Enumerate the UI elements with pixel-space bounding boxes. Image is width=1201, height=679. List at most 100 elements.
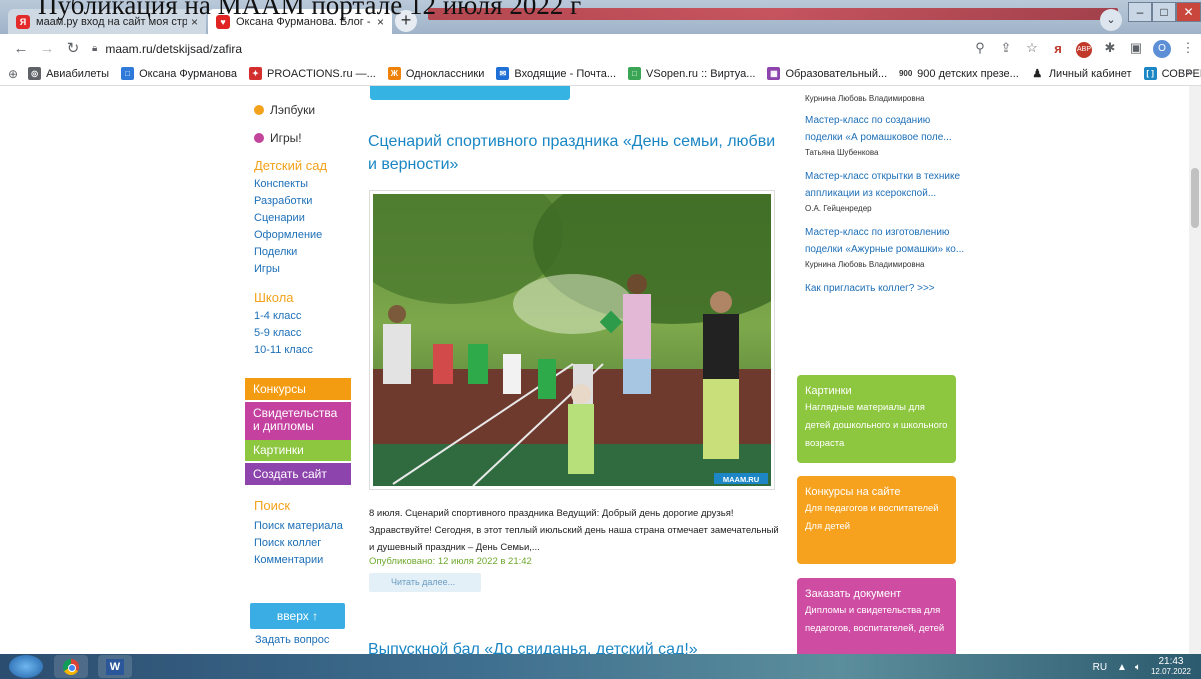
new-tab-button[interactable]: + — [395, 10, 417, 32]
apps-icon[interactable]: ⊕ — [8, 67, 18, 81]
toolbar-actions: ⚲ ⇪ ☆ я ABP ✱ ▣ O ⋮ — [967, 34, 1201, 62]
address-bar[interactable]: 🔒︎ maam.ru/detskijsad/zafira — [92, 38, 932, 59]
dot-icon — [254, 105, 264, 115]
scroll-up-button[interactable]: вверх ↑ — [250, 603, 345, 629]
section-title-school[interactable]: Школа — [254, 290, 364, 308]
material-link[interactable]: Мастер-класс по созданию поделки «А рома… — [805, 112, 965, 146]
word-taskbar-icon[interactable]: W — [98, 655, 132, 678]
sidebar-link[interactable]: Поиск коллег — [254, 535, 364, 552]
browser-tab-active[interactable]: ♥ Оксана Фурманова. Блог - Стра × — [208, 9, 392, 34]
sidebar-link[interactable]: Игры — [254, 261, 364, 278]
forward-icon[interactable]: → — [34, 40, 60, 57]
tab-close-icon[interactable]: × — [377, 15, 384, 29]
sidebar-link[interactable]: 1-4 класс — [254, 308, 364, 325]
add-post-button[interactable] — [370, 86, 570, 100]
ok-icon: Ж — [387, 67, 401, 80]
900-icon: 900 — [898, 67, 913, 80]
author-name: О.А. Гейценредер — [805, 204, 872, 213]
ask-question-link[interactable]: Задать вопрос — [255, 632, 329, 649]
sidebar-link[interactable]: Конспекты — [254, 176, 364, 193]
side-panel-icon[interactable]: ▣ — [1123, 40, 1149, 56]
maam-icon: ♥ — [216, 14, 230, 29]
adblock-icon[interactable]: ABP — [1071, 39, 1097, 58]
zoom-icon[interactable]: ⚲ — [967, 40, 993, 56]
browser-toolbar: ← → ↻ 🔒︎ maam.ru/detskijsad/zafira ⚲ ⇪ ☆… — [0, 34, 1201, 62]
post-title[interactable]: Выпускной бал «До свиданья, детский сад!… — [368, 638, 778, 654]
tab-title: Оксана Фурманова. Блог - Стра — [236, 15, 373, 28]
chrome-taskbar-icon[interactable] — [54, 655, 88, 678]
volume-icon[interactable]: 🔈︎ — [1135, 662, 1141, 673]
author-name: Татьяна Шубенкова — [805, 148, 879, 157]
certificates-button[interactable]: Свидетельства и дипломы — [245, 402, 351, 440]
window-title-decoration — [428, 8, 1118, 20]
material-link[interactable]: Мастер-класс открытки в технике аппликац… — [805, 168, 965, 202]
clock[interactable]: 21:43 12.07.2022 — [1151, 657, 1191, 677]
contests-promo-box[interactable]: Конкурсы на сайте Для педагогов и воспит… — [797, 476, 956, 564]
invite-colleagues-link[interactable]: Как пригласить коллег? >>> — [805, 280, 965, 297]
sidebar-link[interactable]: 5-9 класс — [254, 325, 364, 342]
yandex-extension-icon[interactable]: я — [1045, 41, 1071, 56]
chevron-down-icon[interactable]: ⌄ — [1100, 9, 1122, 31]
tray-expand-icon[interactable]: ▲ — [1117, 662, 1127, 673]
bookmark-item[interactable]: ✦ PROACTIONS.ru —... — [249, 67, 376, 80]
vsopen-icon: □ — [628, 67, 642, 80]
page-content: Лэпбуки Игры! Детский сад Конспекты Разр… — [0, 86, 1201, 654]
author-name: Курнина Любовь Владимировна — [805, 260, 925, 269]
bookmark-item[interactable]: ◎ Авиабилеты — [28, 67, 109, 80]
post-excerpt: 8 июля. Сценарий спортивного праздника В… — [369, 508, 779, 553]
maximize-icon[interactable]: □ — [1152, 2, 1176, 22]
sidebar-link[interactable]: Оформление — [254, 227, 364, 244]
order-document-box[interactable]: Заказать документ Дипломы и свидетельств… — [797, 578, 956, 654]
sidebar-link[interactable]: Поделки — [254, 244, 364, 261]
clock-time: 21:43 — [1158, 656, 1184, 667]
back-icon[interactable]: ← — [8, 40, 34, 57]
bookmark-item[interactable]: 900 900 детских презе... — [899, 67, 1019, 80]
reload-icon[interactable]: ↻ — [60, 39, 86, 57]
extensions-puzzle-icon[interactable]: ✱ — [1097, 40, 1123, 56]
sidebar-link[interactable]: Поиск материала — [254, 518, 364, 535]
scrollbar-thumb[interactable] — [1191, 168, 1199, 228]
box-title: Заказать документ — [805, 588, 902, 600]
bookmarks-bar: ⊕ ◎ Авиабилеты □ Оксана Фурманова ✦ PROACTI… — [0, 62, 1201, 86]
read-more-button[interactable]: Читать далее... — [369, 573, 481, 592]
tab-close-icon[interactable]: × — [191, 15, 198, 29]
share-icon[interactable]: ⇪ — [993, 40, 1019, 56]
sidebar-link[interactable]: Сценарии — [254, 210, 364, 227]
language-indicator[interactable]: RU — [1093, 662, 1107, 673]
section-title-kindergarten[interactable]: Детский сад — [254, 158, 364, 176]
browser-tab[interactable]: Я маам.ру вход на сайт моя стран × — [8, 9, 206, 34]
star-icon[interactable]: ☆ — [1019, 40, 1045, 56]
chevron-right-icon[interactable]: » — [1187, 67, 1193, 79]
bookmark-item[interactable]: □ Оксана Фурманова — [121, 67, 237, 80]
url-text: maam.ru/detskijsad/zafira — [105, 41, 243, 56]
lock-icon: 🔒︎ — [92, 43, 98, 54]
profile-avatar[interactable]: O — [1149, 39, 1175, 58]
section-title-search[interactable]: Поиск — [254, 498, 364, 516]
sidebar-link[interactable]: Комментарии — [254, 552, 364, 569]
create-site-button[interactable]: Создать сайт — [245, 463, 351, 485]
bookmark-item[interactable]: ♟ Личный кабинет — [1030, 67, 1132, 80]
kebab-menu-icon[interactable]: ⋮ — [1175, 40, 1201, 56]
pictures-promo-box[interactable]: Картинки Наглядные материалы для детей д… — [797, 375, 956, 463]
tab-title: маам.ру вход на сайт моя стран — [36, 15, 187, 28]
material-link[interactable]: Мастер-класс по изготовлению поделки «Аж… — [805, 224, 965, 258]
sidebar-item-lapbooks[interactable]: Лэпбуки — [254, 100, 364, 120]
post-photo[interactable]: MAAM.RU — [369, 190, 775, 490]
bookmark-item[interactable]: ▦ Образовательный... — [767, 67, 887, 80]
minimize-icon[interactable]: – — [1128, 2, 1152, 22]
mail-icon: ✉ — [496, 67, 510, 80]
gift-icon: ✦ — [249, 67, 263, 80]
bookmark-item[interactable]: ✉ Входящие - Почта... — [496, 67, 616, 80]
contests-button[interactable]: Конкурсы — [245, 378, 351, 400]
pictures-button[interactable]: Картинки — [245, 440, 351, 461]
sidebar-link[interactable]: Разработки — [254, 193, 364, 210]
sidebar-item-games[interactable]: Игры! — [254, 128, 364, 148]
sidebar-link[interactable]: 10-11 класс — [254, 342, 364, 359]
edu-icon: ▦ — [767, 67, 781, 80]
bookmark-item[interactable]: Ж Одноклассники — [387, 67, 484, 80]
windows-start-icon[interactable] — [9, 655, 43, 678]
page-scrollbar[interactable] — [1189, 86, 1201, 654]
post-title[interactable]: Сценарий спортивного праздника «День сем… — [368, 130, 778, 176]
close-window-icon[interactable]: ✕ — [1176, 2, 1201, 22]
bookmark-item[interactable]: □ VSopen.ru :: Виртуа... — [628, 67, 755, 80]
